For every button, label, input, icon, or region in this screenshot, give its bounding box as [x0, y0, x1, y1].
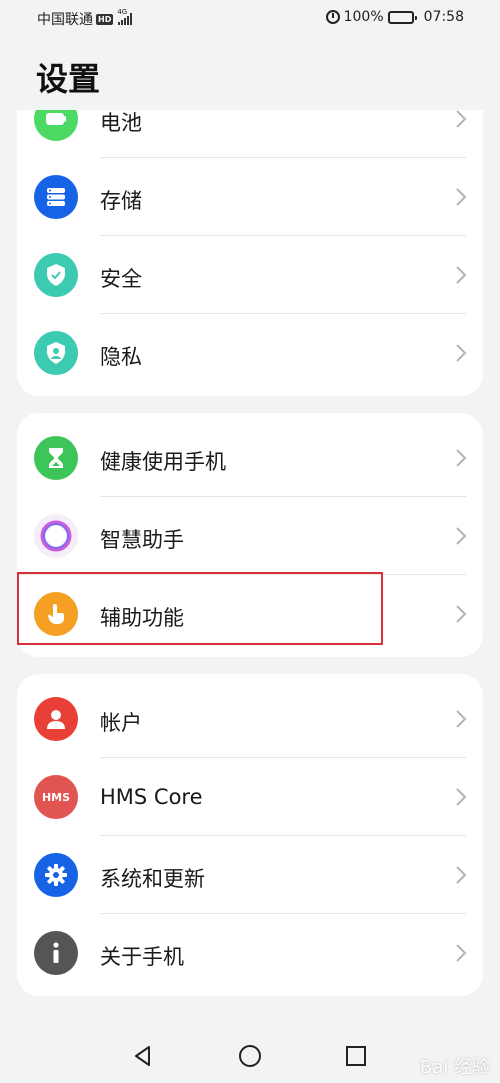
settings-item-account[interactable]: 帐户 — [17, 680, 483, 758]
settings-group-2: 健康使用手机 智慧助手 辅助功能 — [17, 413, 483, 657]
chevron-right-icon — [456, 188, 467, 206]
hourglass-icon — [34, 436, 78, 480]
settings-group-1: 电池 存储 安全 隐私 — [17, 110, 483, 396]
chevron-right-icon — [456, 944, 467, 962]
storage-icon — [34, 175, 78, 219]
chevron-right-icon — [456, 605, 467, 623]
page-title: 设置 — [36, 60, 101, 98]
carrier-name: 中国联通 — [37, 12, 93, 28]
status-bar: 中国联通 HD 4G 100% 07:58 — [0, 0, 500, 36]
watermark: Bai 经验 — [419, 1057, 490, 1078]
settings-item-label: HMS Core — [100, 785, 203, 809]
network-type: 4G — [117, 8, 128, 16]
settings-item-label: 帐户 — [100, 711, 142, 735]
settings-item-label: 辅助功能 — [100, 606, 184, 630]
back-icon[interactable] — [131, 1044, 155, 1068]
settings-item-about-phone[interactable]: 关于手机 — [17, 914, 483, 992]
signal-icon: 4G — [117, 8, 133, 25]
chevron-right-icon — [456, 449, 467, 467]
settings-item-privacy[interactable]: 隐私 — [17, 314, 483, 392]
hms-icon: HMS — [34, 775, 78, 819]
hd-badge: HD — [96, 13, 114, 25]
settings-item-hms-core[interactable]: HMS HMS Core — [17, 758, 483, 836]
clock: 07:58 — [423, 9, 464, 25]
battery-icon — [34, 110, 78, 141]
settings-item-storage[interactable]: 存储 — [17, 158, 483, 236]
chevron-right-icon — [456, 866, 467, 884]
settings-item-label: 健康使用手机 — [100, 450, 226, 474]
settings-item-security[interactable]: 安全 — [17, 236, 483, 314]
settings-item-system-update[interactable]: 系统和更新 — [17, 836, 483, 914]
chevron-right-icon — [456, 344, 467, 362]
settings-group-3: 帐户 HMS HMS Core 系统和更新 关于手机 — [17, 674, 483, 996]
chevron-right-icon — [456, 527, 467, 545]
alarm-icon — [325, 10, 340, 24]
chevron-right-icon — [456, 266, 467, 284]
chevron-right-icon — [456, 710, 467, 728]
chevron-right-icon — [456, 110, 467, 128]
gear-icon — [34, 853, 78, 897]
settings-item-label: 智慧助手 — [100, 528, 184, 552]
privacy-icon — [34, 331, 78, 375]
settings-item-accessibility[interactable]: 辅助功能 — [17, 575, 483, 653]
settings-item-label: 存储 — [100, 189, 142, 213]
settings-item-label: 系统和更新 — [100, 867, 205, 891]
settings-item-label: 电池 — [100, 111, 142, 135]
home-icon[interactable] — [238, 1044, 262, 1068]
info-icon — [34, 931, 78, 975]
shield-icon — [34, 253, 78, 297]
hand-pointer-icon — [34, 592, 78, 636]
status-right: 100% 07:58 — [325, 9, 464, 25]
settings-item-digital-balance[interactable]: 健康使用手机 — [17, 419, 483, 497]
settings-item-battery[interactable]: 电池 — [17, 110, 483, 158]
settings-item-label: 安全 — [100, 267, 142, 291]
assistant-ring-icon — [34, 514, 78, 558]
hms-icon-text: HMS — [41, 790, 71, 804]
recents-icon[interactable] — [344, 1044, 368, 1068]
battery-status-icon — [387, 10, 417, 24]
settings-item-label: 隐私 — [100, 345, 142, 369]
settings-item-label: 关于手机 — [100, 945, 184, 969]
battery-percent: 100% — [343, 9, 384, 25]
settings-item-smart-assistant[interactable]: 智慧助手 — [17, 497, 483, 575]
chevron-right-icon — [456, 788, 467, 806]
person-icon — [34, 697, 78, 741]
status-left: 中国联通 HD 4G — [37, 8, 133, 29]
